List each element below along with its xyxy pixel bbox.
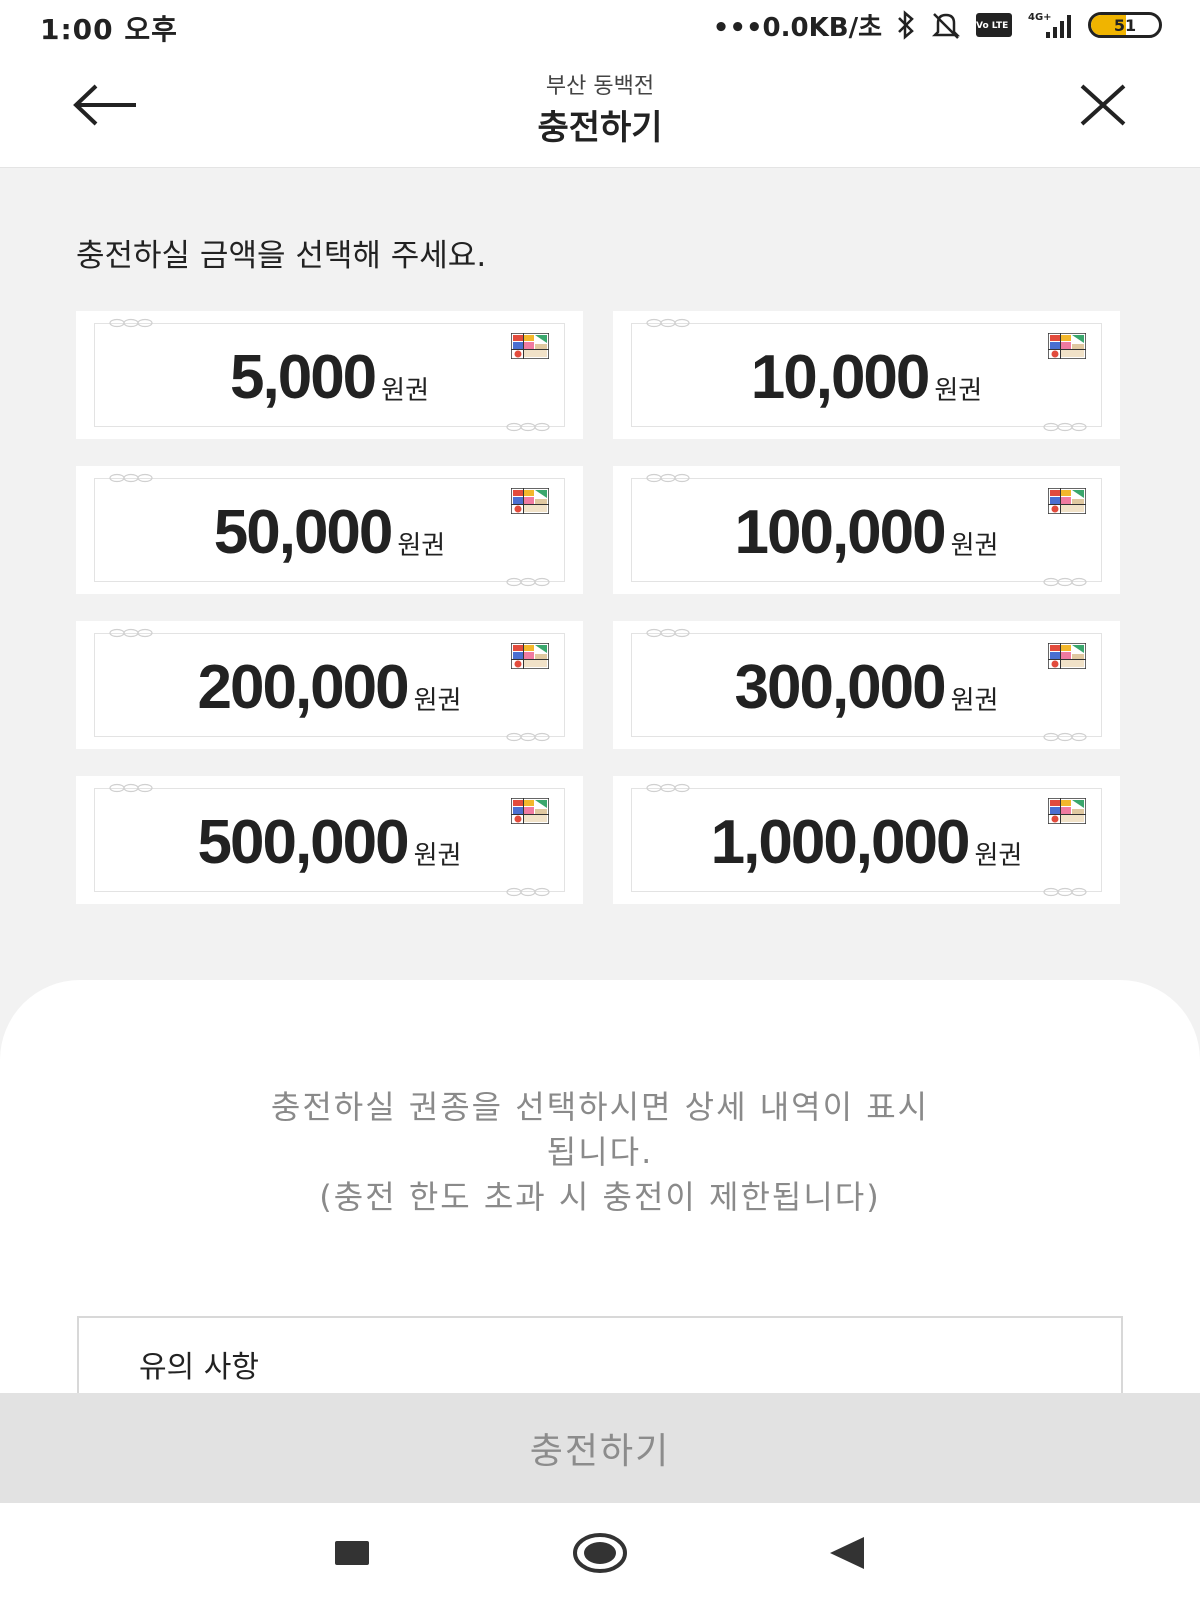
voucher-label: 1,000,000 원권 xyxy=(613,776,1120,904)
app-header: 부산 동백전 충전하기 xyxy=(0,50,1200,168)
voucher-option-2[interactable]: 50,000 원권 xyxy=(76,466,583,594)
volte-icon: Vo LTE xyxy=(976,13,1012,37)
page-title: 충전하기 xyxy=(537,108,663,148)
mute-bell-icon xyxy=(930,10,962,40)
voucher-label: 300,000 원권 xyxy=(613,621,1120,749)
header-subtitle: 부산 동백전 xyxy=(545,74,655,99)
battery-icon: 51 xyxy=(1088,12,1162,38)
info-line: 충전하실 권종을 선택하시면 상세 내역이 표시 xyxy=(270,1088,930,1126)
notice-title: 유의 사항 xyxy=(139,1350,259,1385)
system-nav-bar xyxy=(0,1503,1200,1600)
dongbaekjeon-logo-icon xyxy=(511,488,549,514)
voucher-option-3[interactable]: 100,000 원권 xyxy=(613,466,1120,594)
dongbaekjeon-logo-icon xyxy=(1048,488,1086,514)
dongbaekjeon-logo-icon xyxy=(1048,333,1086,359)
voucher-option-4[interactable]: 200,000 원권 xyxy=(76,621,583,749)
voucher-amount: 500,000 xyxy=(197,807,410,877)
close-button[interactable] xyxy=(1076,78,1130,132)
charge-button[interactable]: 충전하기 xyxy=(0,1393,1200,1503)
voucher-unit: 원권 xyxy=(934,375,983,406)
voucher-label: 100,000 원권 xyxy=(613,466,1120,594)
status-icons: •••0.0KB/초 Vo LTE 4G+ 51 xyxy=(712,8,1162,43)
svg-text:4G+: 4G+ xyxy=(1028,12,1052,23)
voucher-unit: 원권 xyxy=(397,530,446,561)
signal-icon: 4G+ xyxy=(1026,10,1074,40)
voucher-unit: 원권 xyxy=(413,685,462,716)
triangle-back-icon xyxy=(830,1537,864,1569)
dongbaekjeon-logo-icon xyxy=(1048,643,1086,669)
recent-apps-button[interactable] xyxy=(322,1531,382,1575)
voucher-grid: 5,000 원권 10,000 원권 50,000 원권 100,000 원권 … xyxy=(76,311,1121,904)
voucher-unit: 원권 xyxy=(950,530,999,561)
voucher-option-1[interactable]: 10,000 원권 xyxy=(613,311,1120,439)
voucher-unit: 원권 xyxy=(413,840,462,871)
status-bar: 1:00 오후 •••0.0KB/초 Vo LTE 4G+ 51 xyxy=(0,0,1200,50)
voucher-label: 500,000 원권 xyxy=(76,776,583,904)
dongbaekjeon-logo-icon xyxy=(511,798,549,824)
voucher-option-0[interactable]: 5,000 원권 xyxy=(76,311,583,439)
voucher-amount: 50,000 xyxy=(213,497,394,567)
voucher-label: 50,000 원권 xyxy=(76,466,583,594)
voucher-unit: 원권 xyxy=(950,685,999,716)
selection-info: 충전하실 권종을 선택하시면 상세 내역이 표시 됩니다. (충전 한도 초과 … xyxy=(0,1085,1200,1220)
amount-prompt: 충전하실 금액을 선택해 주세요. xyxy=(76,238,487,274)
voucher-amount: 1,000,000 xyxy=(710,807,971,877)
voucher-option-5[interactable]: 300,000 원권 xyxy=(613,621,1120,749)
bluetooth-icon xyxy=(896,10,916,40)
voucher-unit: 원권 xyxy=(974,840,1023,871)
voucher-option-7[interactable]: 1,000,000 원권 xyxy=(613,776,1120,904)
close-icon xyxy=(1080,84,1126,126)
home-button[interactable] xyxy=(570,1531,630,1575)
circle-home-icon xyxy=(573,1533,627,1573)
voucher-label: 10,000 원권 xyxy=(613,311,1120,439)
voucher-amount: 100,000 xyxy=(734,497,947,567)
charge-button-label: 충전하기 xyxy=(529,1431,671,1472)
voucher-label: 5,000 원권 xyxy=(76,311,583,439)
voucher-amount: 10,000 xyxy=(750,342,931,412)
network-speed: •••0.0KB/초 xyxy=(712,12,882,43)
system-back-button[interactable] xyxy=(818,1531,878,1575)
square-icon xyxy=(335,1541,369,1565)
voucher-option-6[interactable]: 500,000 원권 xyxy=(76,776,583,904)
info-line: 됩니다. xyxy=(546,1133,654,1171)
dongbaekjeon-logo-icon xyxy=(511,643,549,669)
battery-level: 51 xyxy=(1113,15,1137,35)
status-time: 1:00 오후 xyxy=(40,13,178,46)
info-line: (충전 한도 초과 시 충전이 제한됩니다) xyxy=(319,1178,881,1216)
dongbaekjeon-logo-icon xyxy=(1048,798,1086,824)
voucher-amount: 5,000 xyxy=(230,342,377,412)
voucher-amount: 300,000 xyxy=(734,652,947,722)
dongbaekjeon-logo-icon xyxy=(511,333,549,359)
voucher-amount: 200,000 xyxy=(197,652,410,722)
voucher-unit: 원권 xyxy=(381,375,429,406)
voucher-label: 200,000 원권 xyxy=(76,621,583,749)
